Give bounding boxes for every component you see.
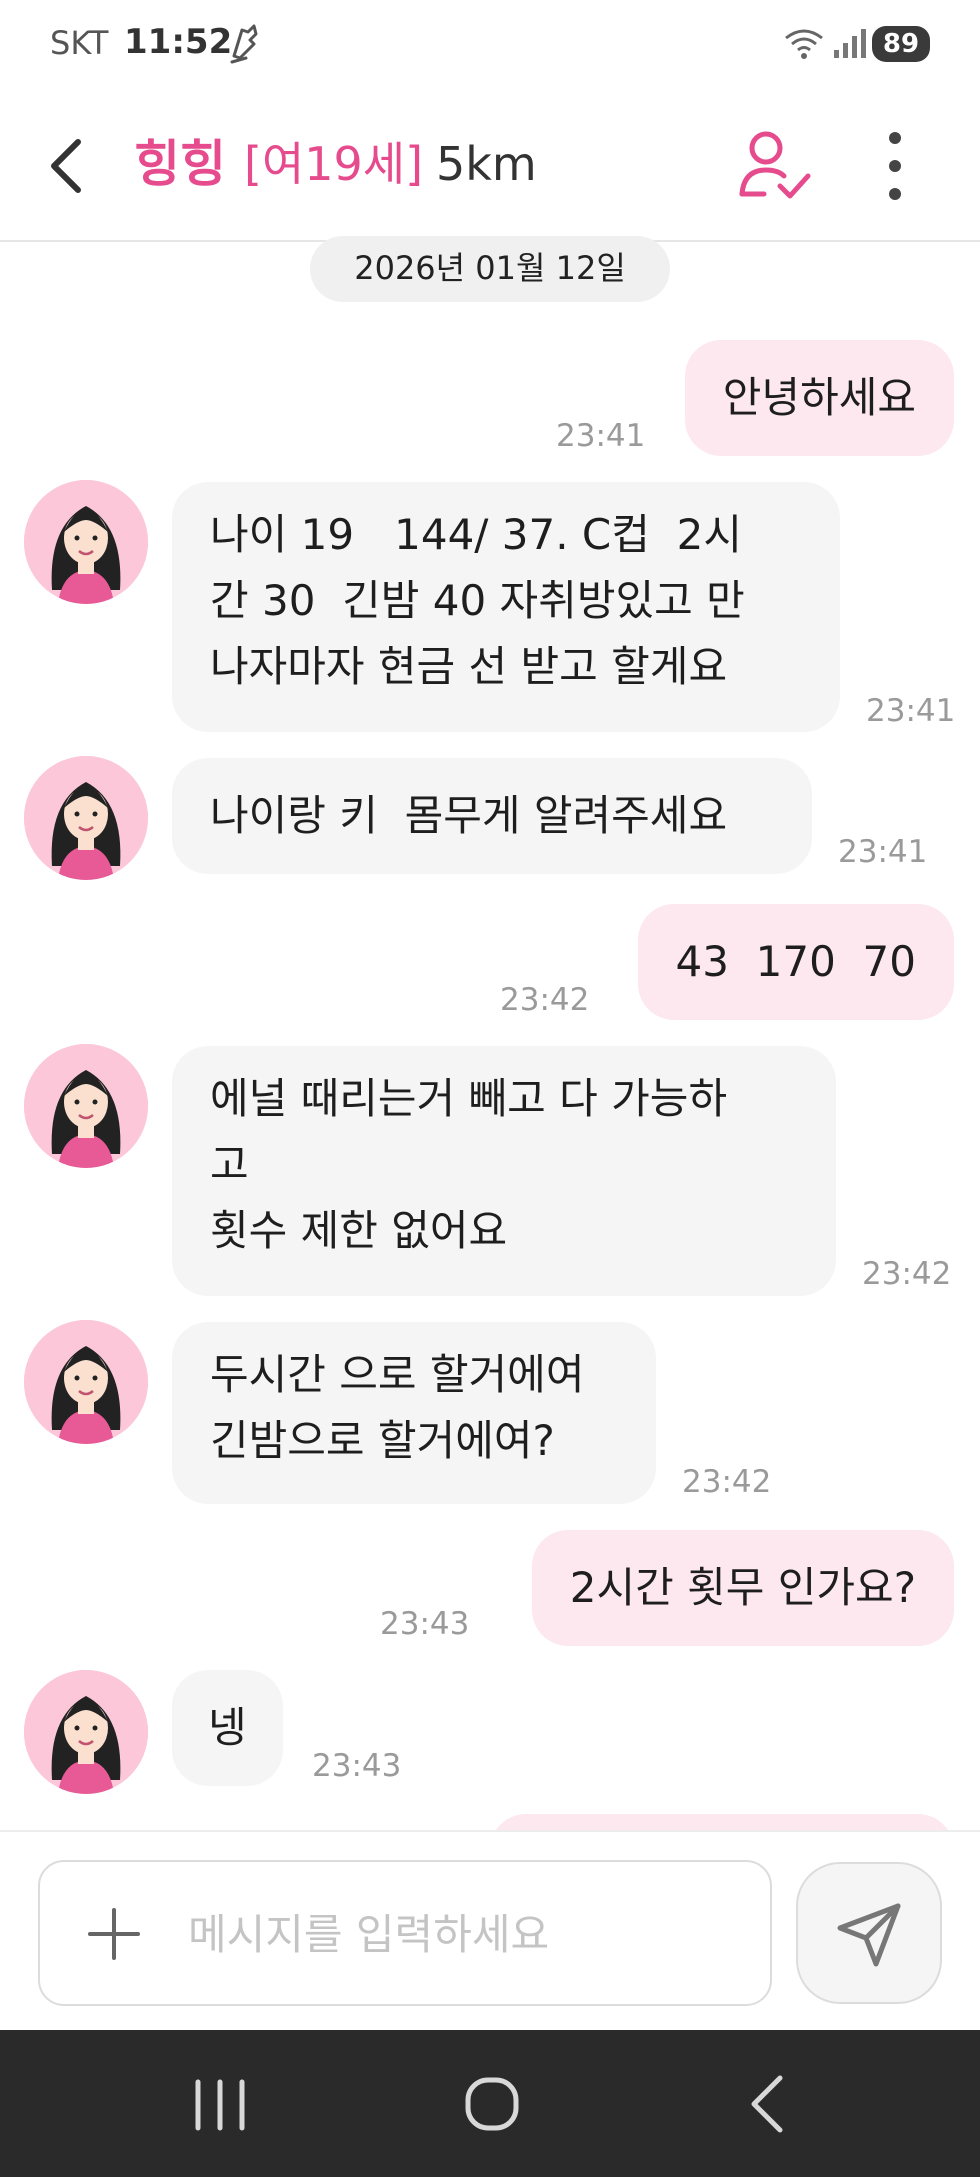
status-bar: SKT 11:52 89 [0,0,980,90]
nav-back-icon[interactable] [728,2070,808,2140]
message-time: 23:43 [312,1748,402,1784]
date-divider: 2026년 01월 12일 [310,236,670,302]
message-time: 23:41 [838,834,928,870]
chat-screen: SKT 11:52 89 힝힝 [여19세] 5km 2026년 01월 12일… [0,0,980,2177]
message-time: 23:41 [556,418,646,454]
message-time: 23:41 [866,693,956,729]
avatar[interactable] [24,1044,148,1168]
partner-age: [여19세] [244,137,424,191]
recent-apps-icon[interactable] [180,2070,260,2140]
message-input[interactable] [188,1882,748,1986]
back-arrow-icon[interactable] [40,124,100,208]
avatar[interactable] [24,480,148,604]
chat-header: 힝힝 [여19세] 5km [0,90,980,242]
signal-icon [834,29,866,58]
avatar-image [24,480,148,604]
partner-distance: 5km [436,137,537,191]
wifi-icon [785,29,823,59]
avatar-image [24,756,148,880]
carrier-label: SKT [50,24,109,62]
message-composer [0,1830,980,2030]
avatar[interactable] [24,756,148,880]
message-bubble-incoming[interactable]: 나이랑 키 몸무게 알려주세요 [172,758,812,874]
system-nav-bar [0,2030,980,2177]
send-button[interactable] [796,1862,942,2004]
message-bubble-incoming[interactable]: 에널 때리는거 빼고 다 가능하 고 횟수 제한 없어요 [172,1046,836,1296]
home-icon[interactable] [452,2070,532,2140]
message-bubble-incoming[interactable]: 넹 [172,1670,283,1786]
message-input-box [38,1860,772,2006]
partner-name[interactable]: 힝힝 [134,122,226,206]
message-bubble-outgoing[interactable]: 2시간 횟무 인가요? [531,1530,954,1646]
message-bubble-incoming[interactable]: 나이 19 144/ 37. C컵 2시 간 30 긴밤 40 자취방있고 만 … [172,482,840,732]
message-time: 23:43 [380,1606,470,1642]
battery-indicator: 89 [872,26,930,62]
send-icon [837,1903,901,1967]
avatar-image [24,1044,148,1168]
avatar-image [24,1670,148,1794]
avatar[interactable] [24,1670,148,1794]
profile-check-icon[interactable] [734,124,814,208]
message-time: 23:42 [862,1256,952,1292]
message-time: 23:42 [500,982,590,1018]
notification-icon [230,24,258,64]
plus-icon[interactable] [82,1902,146,1966]
message-bubble-outgoing[interactable]: 43 170 70 [637,904,954,1020]
avatar-image [24,1320,148,1444]
clock: 11:52 [124,22,233,62]
message-bubble-incoming[interactable]: 두시간 으로 할거에여 긴밤으로 할거에여? [172,1322,656,1504]
message-time: 23:42 [682,1464,772,1500]
avatar[interactable] [24,1320,148,1444]
message-bubble-outgoing[interactable]: 안녕하세요 [684,340,954,456]
more-vert-icon[interactable] [870,124,920,208]
